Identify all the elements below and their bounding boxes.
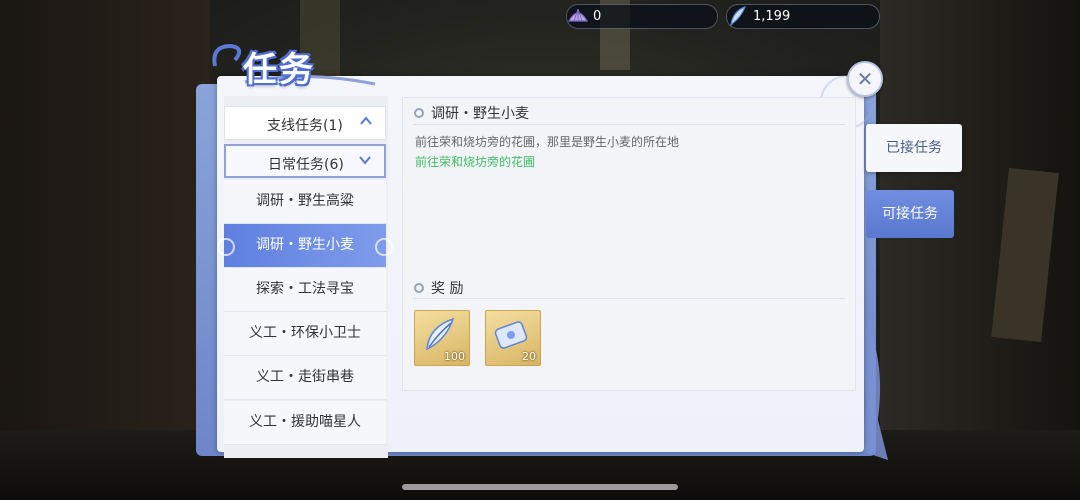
reward-qty: 100 bbox=[444, 350, 465, 363]
task-item[interactable]: 义工・环保小卫士 bbox=[224, 312, 386, 356]
reward-item[interactable]: 20 bbox=[485, 310, 541, 366]
shell-currency[interactable]: 0 bbox=[566, 4, 718, 29]
task-list: 支线任务(1) 日常任务(6) 调研・野生高粱 调研・野生小麦 探索・工法寻宝 … bbox=[217, 96, 393, 458]
tab-accepted-quests[interactable]: 已接任务 bbox=[866, 124, 962, 172]
divider bbox=[413, 298, 845, 299]
divider bbox=[413, 124, 845, 125]
category-label: 日常任务(6) bbox=[268, 157, 344, 173]
ticket-icon bbox=[494, 321, 528, 349]
reward-item[interactable]: 100 bbox=[414, 310, 470, 366]
task-item-selected[interactable]: 调研・野生小麦 bbox=[217, 224, 393, 268]
close-button[interactable]: ✕ bbox=[847, 61, 883, 97]
background-left bbox=[0, 0, 210, 500]
detail-title: 调研・野生小麦 bbox=[431, 106, 529, 122]
task-detail: 调研・野生小麦 前往荣和烧坊旁的花圃，那里是野生小麦的所在地 前往荣和烧坊旁的花… bbox=[402, 97, 856, 391]
shell-count: 0 bbox=[593, 9, 602, 24]
section-bullet-icon bbox=[414, 283, 424, 293]
chevron-down-icon bbox=[359, 156, 371, 165]
task-item[interactable]: 探索・工法寻宝 bbox=[224, 268, 386, 312]
window-title: 任务 bbox=[205, 36, 385, 90]
close-icon: ✕ bbox=[856, 67, 874, 91]
home-indicator[interactable] bbox=[402, 484, 678, 490]
task-item[interactable]: 义工・走街串巷 bbox=[224, 356, 386, 400]
task-item[interactable]: 义工・援助喵星人 bbox=[224, 401, 386, 445]
feather-count: 1,199 bbox=[753, 9, 791, 24]
section-bullet-icon bbox=[414, 108, 424, 118]
task-description: 前往荣和烧坊旁的花圃，那里是野生小麦的所在地 bbox=[415, 135, 680, 149]
page-title: 任务 bbox=[243, 50, 315, 90]
task-item[interactable]: 调研・野生高粱 bbox=[224, 180, 386, 224]
chevron-up-icon bbox=[360, 116, 372, 125]
tab-available-quests[interactable]: 可接任务 bbox=[866, 190, 954, 238]
feather-icon bbox=[730, 6, 747, 27]
task-objective: 前往荣和烧坊旁的花圃 bbox=[415, 155, 536, 169]
category-label: 支线任务(1) bbox=[267, 118, 343, 134]
feather-icon bbox=[426, 317, 455, 351]
reward-title: 奖 励 bbox=[431, 281, 464, 297]
shell-icon bbox=[567, 8, 589, 22]
category-side-quests[interactable]: 支线任务(1) bbox=[224, 106, 386, 140]
category-daily-quests[interactable]: 日常任务(6) bbox=[224, 144, 386, 178]
reward-qty: 20 bbox=[522, 350, 536, 363]
feather-currency[interactable]: 1,199 bbox=[726, 4, 880, 29]
